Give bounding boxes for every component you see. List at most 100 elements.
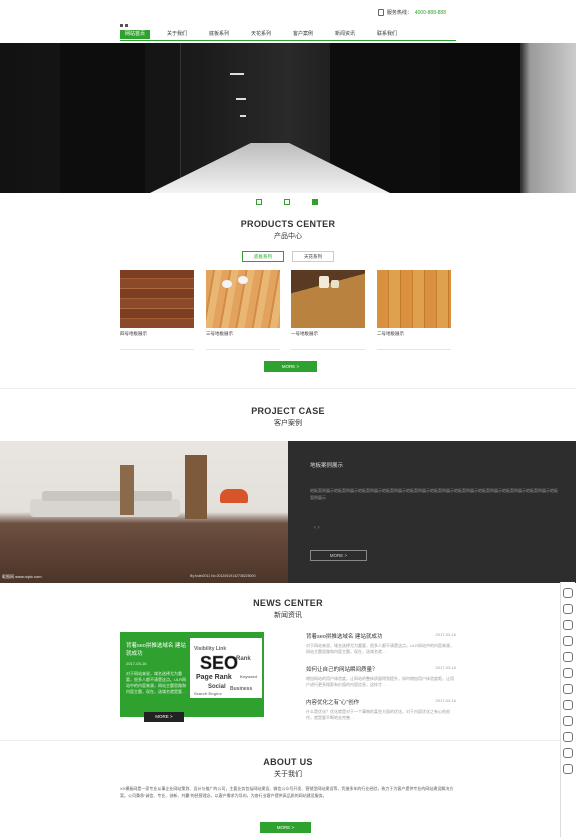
news-item-title[interactable]: 背着seo拼推选域名 建站就成功 xyxy=(306,632,382,640)
news-item-title[interactable]: 内容优化之有“心”创作 xyxy=(306,698,359,706)
news-item-summary: 增加网站的用户体验度，让网站的整体质量得到提升，如何增加用户体验度呢，让用户进行… xyxy=(306,676,454,687)
qq-icon[interactable] xyxy=(563,684,573,694)
ceiling-light xyxy=(240,115,246,117)
about-title-cn: 关于我们 xyxy=(274,771,302,778)
nav-item[interactable]: 关于我们 xyxy=(156,30,198,39)
products-more-button[interactable]: MORE > xyxy=(264,361,317,372)
svg-text:Search Engine: Search Engine xyxy=(194,691,223,696)
qrcode-icon[interactable] xyxy=(563,764,573,774)
product-caption[interactable]: 三号地板展示 xyxy=(206,331,280,350)
qq-icon[interactable] xyxy=(563,700,573,710)
hero-banner xyxy=(0,43,576,193)
case-arrows[interactable]: ‹ › xyxy=(314,525,320,531)
news-title-cn: 新闻资讯 xyxy=(274,612,302,619)
product-card[interactable]: 二号地板展示 xyxy=(377,270,451,350)
rack xyxy=(440,43,521,193)
hotline-label: 服务热线： xyxy=(386,10,412,16)
product-card[interactable]: 四号地板展示 xyxy=(120,270,194,350)
about-more-button[interactable]: MORE > xyxy=(260,822,311,833)
product-caption[interactable]: 二号地板展示 xyxy=(377,331,451,350)
nav-item[interactable]: 底板系列 xyxy=(198,30,240,39)
wood-post xyxy=(185,455,207,519)
rack xyxy=(60,43,106,193)
phone-icon xyxy=(377,9,384,17)
main-nav: 网站首页 关于我们 底板系列 天花系列 客户案例 新闻资讯 联系我们 xyxy=(120,28,456,41)
wood-post xyxy=(120,465,134,515)
qq-icon[interactable] xyxy=(563,604,573,614)
qq-icon[interactable] xyxy=(563,716,573,726)
news-item[interactable]: 背着seo拼推选域名 建站就成功 2017-03-16 对于网站来说，域名选择尤为… xyxy=(306,632,456,655)
mattress xyxy=(42,491,172,501)
ceiling-light xyxy=(236,98,246,100)
qq-icon[interactable] xyxy=(563,652,573,662)
hotline-number: 4000-888-888 xyxy=(414,10,446,16)
section-divider xyxy=(0,740,576,741)
nav-item[interactable]: 网站首页 xyxy=(120,29,150,39)
banner-pagination xyxy=(256,199,318,205)
news-more-button[interactable]: MORE > xyxy=(144,712,184,722)
svg-text:Keyword: Keyword xyxy=(240,674,257,679)
side-toolbar xyxy=(560,582,575,837)
rack xyxy=(380,43,441,193)
case-more-button[interactable]: MORE > xyxy=(310,550,367,561)
product-image[interactable] xyxy=(377,270,451,328)
qq-icon[interactable] xyxy=(563,588,573,598)
product-caption[interactable]: 一号地板展示 xyxy=(291,331,365,350)
ceiling-light xyxy=(230,73,244,75)
product-image[interactable] xyxy=(120,270,194,328)
nav-item[interactable]: 天花系列 xyxy=(240,30,282,39)
product-caption[interactable]: 四号地板展示 xyxy=(120,331,194,350)
top-bar: 服务热线： 4000-888-888 xyxy=(0,0,576,28)
news-item[interactable]: 内容优化之有“心”创作 2017-03-16 什么是优化？优化就是对于一个事物的某… xyxy=(306,698,456,721)
featured-news-title[interactable]: 背着seo拼推选域名 建站就成功 xyxy=(126,642,188,658)
phone-icon[interactable] xyxy=(563,748,573,758)
watermark: By:fodel2011 No:20120519142738225000 xyxy=(190,574,256,578)
news-item-title[interactable]: 如何让自己的网站瞬间质量？ xyxy=(306,665,378,673)
qq-icon[interactable] xyxy=(563,620,573,630)
hotline: 服务热线： 4000-888-888 xyxy=(377,9,446,17)
cases-title-en: PROJECT CASE xyxy=(251,406,325,416)
product-card[interactable]: 一号地板展示 xyxy=(291,270,365,350)
case-panel: 地板案例展示 地板案例展示地板案例展示地板案例展示地板案例展示地板案例展示地板案… xyxy=(288,441,576,583)
news-item-date: 2017-03-16 xyxy=(435,698,456,703)
qq-icon[interactable] xyxy=(563,668,573,678)
nav-item[interactable]: 新闻资讯 xyxy=(324,30,366,39)
slide-dot[interactable] xyxy=(256,199,262,205)
products-title-en: PRODUCTS CENTER xyxy=(240,219,336,229)
svg-text:Page Rank: Page Rank xyxy=(196,674,232,681)
about-title-en: ABOUT US xyxy=(263,757,313,767)
featured-news-summary: 对于网站来说，域名选择尤为重要，很多人都不清楚这点。ULR网站中的内容来源，网站… xyxy=(126,671,187,694)
slide-dot[interactable] xyxy=(284,199,290,205)
news-item-summary: 对于网站来说，域名选择尤为重要，很多人都不清楚这点。ULR网站中的内容来源，网站… xyxy=(306,643,455,654)
news-item[interactable]: 如何让自己的网站瞬间质量？ 2017-03-16 增加网站的用户体验度，让网站的整… xyxy=(306,665,456,688)
svg-text:Social: Social xyxy=(208,684,226,690)
logo[interactable] xyxy=(120,14,132,27)
section-divider xyxy=(0,388,576,389)
svg-text:Visibility Link: Visibility Link xyxy=(194,646,226,652)
tab-floor-series[interactable]: 底板系列 xyxy=(242,251,284,262)
featured-news[interactable]: 背着seo拼推选域名 建站就成功 2017-03-16 对于网站来说，域名选择尤… xyxy=(120,632,264,722)
featured-news-date: 2017-03-16 xyxy=(126,661,147,666)
slide-dot-active[interactable] xyxy=(312,199,318,205)
product-image[interactable] xyxy=(206,270,280,328)
bed xyxy=(30,499,180,517)
svg-text:Business: Business xyxy=(230,686,252,692)
about-text: XX模板网是一家专业从事企业网站策划、设计与推广的公司，主要业务包括网站建设、微… xyxy=(120,786,454,798)
watermark: 昵图网 www.nipic.com xyxy=(2,574,42,579)
product-image[interactable] xyxy=(291,270,365,328)
nav-item[interactable]: 客户案例 xyxy=(282,30,324,39)
case-image[interactable]: 昵图网 www.nipic.com By:fodel2011 No:201205… xyxy=(0,441,288,583)
nav-item[interactable]: 联系我们 xyxy=(366,30,408,39)
news-item-date: 2017-03-16 xyxy=(435,665,456,670)
news-title-en: NEWS CENTER xyxy=(253,598,323,608)
news-item-date: 2017-03-16 xyxy=(435,632,456,637)
qq-icon[interactable] xyxy=(563,636,573,646)
tab-ceiling-series[interactable]: 天花系列 xyxy=(292,251,334,262)
product-card[interactable]: 三号地板展示 xyxy=(206,270,280,350)
qq-icon[interactable] xyxy=(563,732,573,742)
news-item-summary: 什么是优化？优化就是对于一个事物的某些方面的优化，对于内容优化之有心的创作，就是… xyxy=(306,709,450,720)
seo-word-cloud-image: Visibility Link SEO Rank Page Rank Socia… xyxy=(190,638,262,698)
case-desc: 地板案例展示地板案例展示地板案例展示地板案例展示地板案例展示地板案例展示地板案例… xyxy=(310,488,558,500)
rack xyxy=(145,43,181,193)
case-title[interactable]: 地板案例展示 xyxy=(310,461,343,469)
